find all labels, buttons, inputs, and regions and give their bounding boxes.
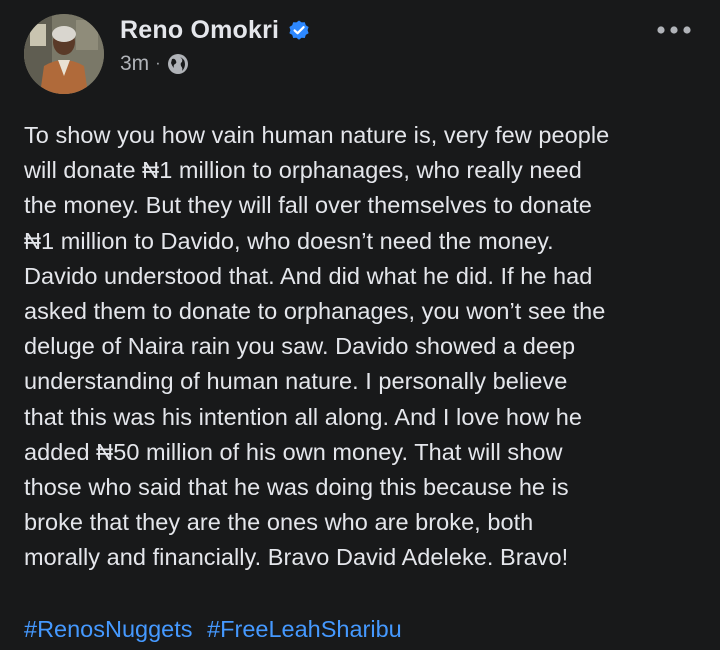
post-header: Reno Omokri 3m · — [24, 14, 696, 94]
meta-separator: · — [155, 55, 161, 72]
globe-icon[interactable] — [167, 53, 189, 75]
hashtag-link[interactable]: #RenosNuggets — [24, 616, 193, 642]
avatar[interactable] — [24, 14, 104, 94]
post-meta: 3m · — [120, 52, 311, 76]
profile-photo — [24, 14, 104, 94]
author-line: Reno Omokri — [120, 14, 311, 46]
post-body-text: To show you how vain human nature is, ve… — [24, 122, 610, 571]
post-card: Reno Omokri 3m · To show you how vain hu… — [0, 0, 720, 650]
verified-badge-icon — [287, 18, 311, 42]
hashtags: #RenosNuggets #FreeLeahSharibu — [24, 612, 402, 647]
more-options-button[interactable] — [652, 16, 696, 44]
author-name[interactable]: Reno Omokri — [120, 16, 279, 45]
more-options-icon — [657, 26, 691, 34]
author-block: Reno Omokri 3m · — [120, 14, 311, 76]
hashtag-link[interactable]: #FreeLeahSharibu — [207, 616, 402, 642]
timestamp[interactable]: 3m — [120, 52, 149, 76]
